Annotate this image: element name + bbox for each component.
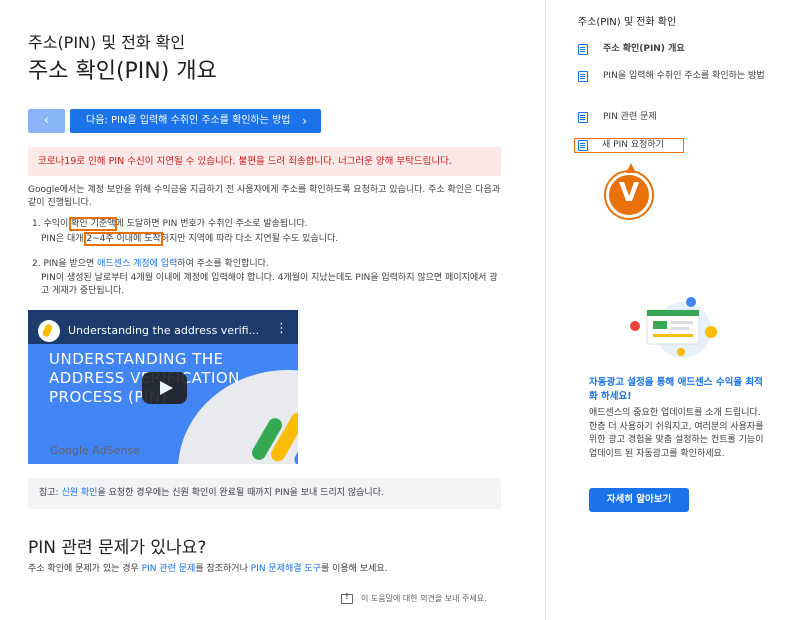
promo-body: 애드센스의 중요한 업데이트를 소개 드립니다. 한층 더 사용하기 쉬워지고,…: [589, 408, 764, 459]
channel-avatar[interactable]: [38, 320, 60, 342]
step-2-text-cont: 하여 주소를 확인합니다.: [177, 259, 269, 269]
paragraph-text: 주소 확인에 문제가 있는 경우: [28, 564, 142, 574]
adsense-account-link[interactable]: 애드센스 계정에 입력: [97, 259, 177, 269]
step-1-text: 1. 수익이: [32, 219, 72, 229]
chevron-right-icon: ›: [302, 114, 307, 128]
breadcrumb[interactable]: 주소(PIN) 및 전화 확인: [28, 29, 185, 53]
note-text: 을 요청한 경우에는 신원 확인이 완료될 때까지 PIN을 보내 드리지 않습…: [97, 488, 384, 498]
covid-alert: 코로나19로 인해 PIN 수신이 지연될 수 있습니다. 불편을 드려 죄송합…: [28, 147, 501, 176]
step-2: 2. PIN을 받으면 애드센스 계정에 입력하여 주소를 확인합니다. PIN…: [32, 257, 502, 298]
page-title: 주소 확인(PIN) 개요: [28, 59, 217, 84]
prev-button[interactable]: ‹: [28, 109, 65, 133]
next-button-label: 다음: PIN을 입력해 수취인 주소를 확인하는 방법: [86, 115, 291, 126]
video-brand: Google AdSense: [50, 444, 140, 457]
sidebar-item-enter-pin[interactable]: PIN을 입력해 수취인 주소를 확인하는 방법: [578, 70, 778, 83]
note-prefix: 참고:: [39, 488, 62, 498]
article-icon: [578, 140, 588, 151]
step-2-sub: PIN이 생성된 날로부터 4개월 이내에 계정에 입력해야 합니다. 4개월이…: [41, 273, 498, 296]
highlight-threshold: 확인 기준액: [69, 217, 118, 231]
marker-letter: V: [618, 178, 640, 208]
sidebar-item-label: 새 PIN 요청하기: [602, 140, 664, 150]
pin-issues-link[interactable]: PIN 관련 문제: [142, 564, 196, 574]
article-icon: [578, 112, 588, 123]
step-1: 1. 수익이 확인 기준액에 도달하면 PIN 번호가 수취인 주소로 발송됩니…: [32, 217, 502, 247]
sidebar-item-request-new-pin[interactable]: 새 PIN 요청하기: [574, 138, 684, 153]
paragraph-text-2: 를 참조하거나: [195, 564, 251, 574]
sidebar-title: 주소(PIN) 및 전화 확인: [578, 17, 677, 28]
section-paragraph: 주소 확인에 문제가 있는 경우 PIN 관련 문제를 참조하거나 PIN 문제…: [28, 561, 388, 574]
step-2-text: 2. PIN을 받으면: [32, 259, 98, 269]
intro-text: Google에서는 계정 보안을 위해 수익금을 지급하기 전 사용자에게 주소…: [28, 185, 501, 208]
note-box: 참고: 신원 확인을 요청한 경우에는 신원 확인이 완료될 때까지 PIN을 …: [28, 478, 501, 509]
article-icon: [578, 44, 588, 55]
play-button-icon[interactable]: [142, 372, 187, 404]
video-title[interactable]: Understanding the address verifi...: [68, 324, 259, 337]
more-options-icon[interactable]: ⋮: [275, 321, 288, 336]
next-button[interactable]: 다음: PIN을 입력해 수취인 주소를 확인하는 방법 ›: [70, 109, 321, 133]
promo-title: 자동광고 설정을 통해 애드센스 수익을 최적화 하세요!: [589, 377, 763, 402]
learn-more-button[interactable]: 자세히 알아보기: [589, 488, 689, 512]
sidebar-item-pin-issues[interactable]: PIN 관련 문제: [578, 111, 778, 124]
sidebar-item-label: 주소 확인(PIN) 개요: [603, 44, 685, 54]
step-1-text-cont: 에 도달하면 PIN 번호가 수취인 주소로 발송됩니다.: [115, 219, 308, 229]
step-1-sub: PIN은 대개: [41, 234, 87, 244]
feedback-link[interactable]: 이 도움말에 대한 의견을 보내 주세요.: [341, 592, 487, 604]
article-icon: [578, 71, 588, 82]
step-1-sub-cont: 하지만 지역에 따라 다소 지연될 수도 있습니다.: [160, 234, 339, 244]
main-content: 주소(PIN) 및 전화 확인 주소 확인(PIN) 개요 ‹ 다음: PIN을…: [0, 0, 545, 620]
sidebar-divider: [545, 0, 546, 620]
feedback-icon: [341, 592, 353, 604]
video-player[interactable]: Understanding the address verifi... ⋮ UN…: [28, 310, 298, 464]
section-heading: PIN 관련 문제가 있나요?: [28, 538, 207, 558]
sidebar-item-label: PIN을 입력해 수취인 주소를 확인하는 방법: [603, 71, 765, 81]
pin-troubleshooter-link[interactable]: PIN 문제해결 도구: [251, 564, 321, 574]
auto-ads-illustration-icon: [630, 297, 717, 358]
check-marker-icon: V: [606, 163, 652, 218]
feedback-label: 이 도움말에 대한 의견을 보내 주세요.: [361, 594, 487, 603]
chevron-left-icon: ‹: [43, 113, 50, 128]
sidebar-item-overview[interactable]: 주소 확인(PIN) 개요: [578, 43, 778, 56]
highlight-delivery-time: 2~4주 이내에 도착: [84, 232, 163, 246]
paragraph-text-3: 를 이용해 보세요.: [320, 564, 388, 574]
identity-verification-link[interactable]: 신원 확인: [61, 488, 97, 498]
sidebar-item-label: PIN 관련 문제: [603, 112, 657, 122]
